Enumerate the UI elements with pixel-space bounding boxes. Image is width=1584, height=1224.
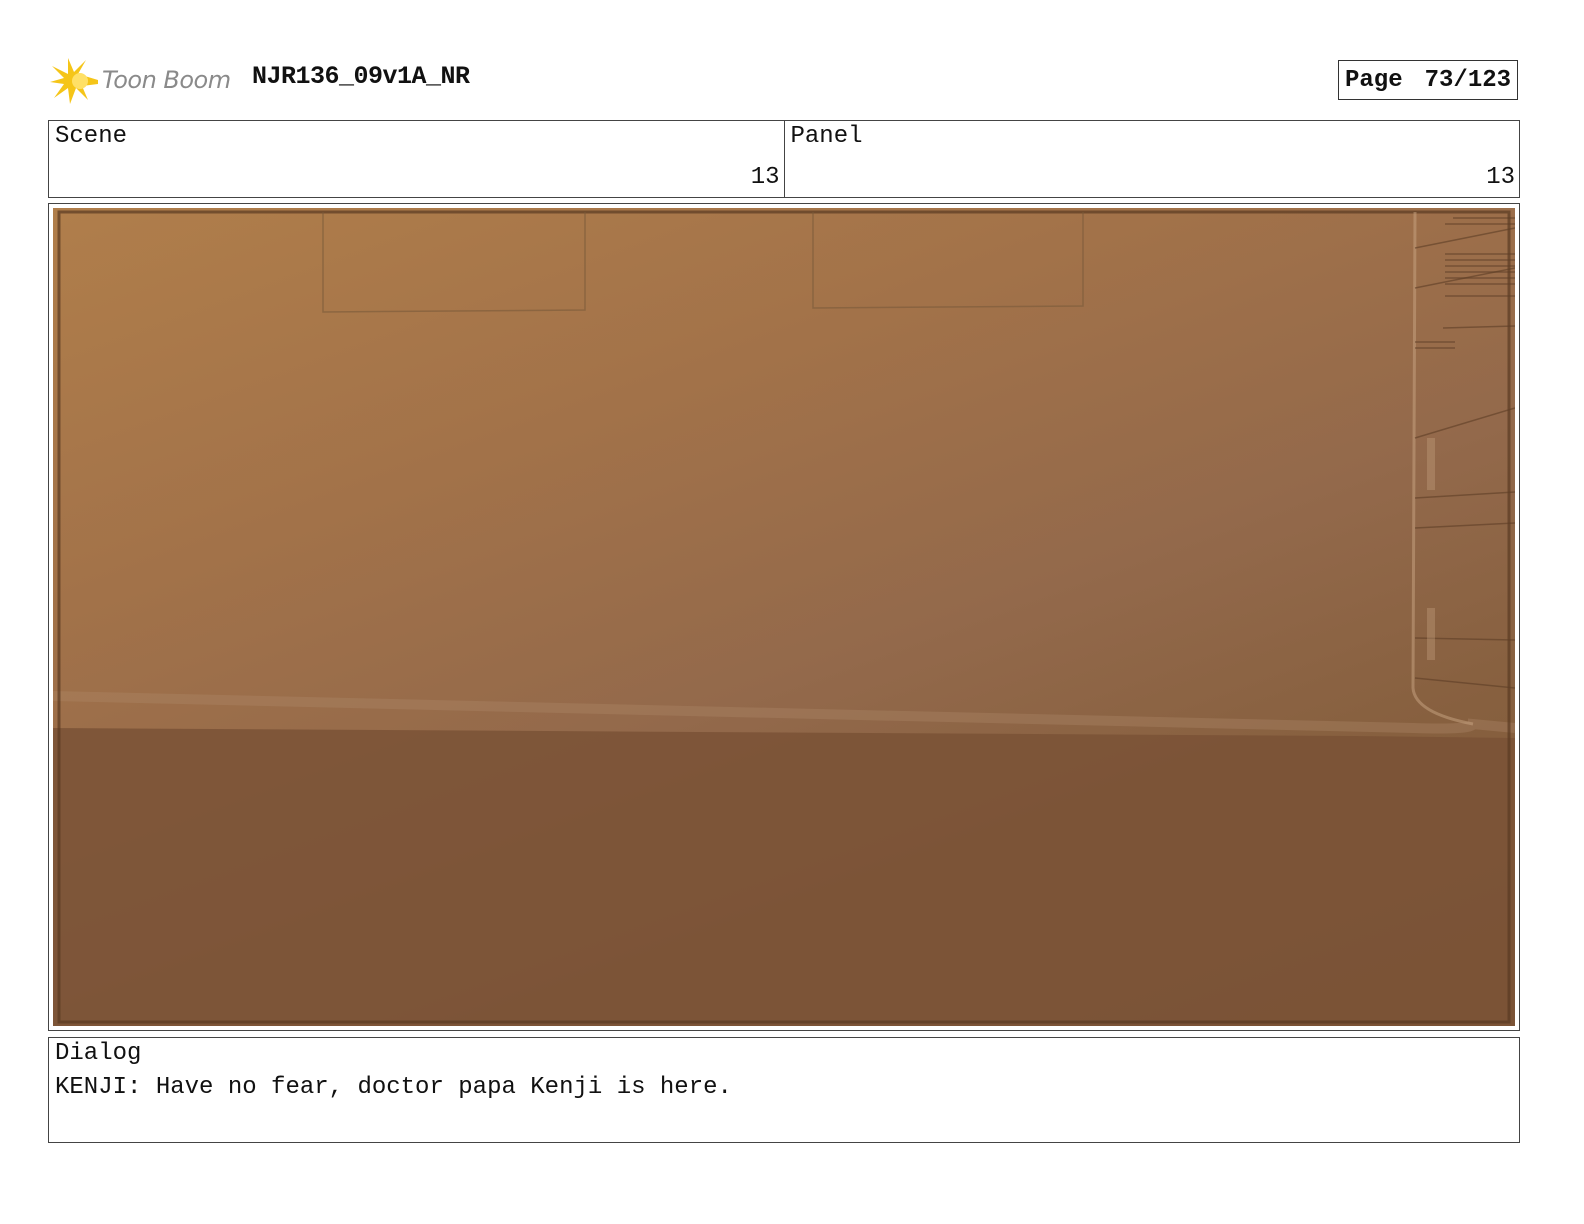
page-value: 73/123 (1424, 66, 1512, 94)
dialog-text: KENJI: Have no fear, doctor papa Kenji i… (55, 1074, 732, 1101)
info-row: Scene 13 Panel 13 (48, 120, 1520, 198)
page-label: Page (1345, 66, 1403, 94)
header: Toon Boom NJR136_09v1A_NR Page 73/123 (48, 52, 1520, 108)
dialog-box: Dialog KENJI: Have no fear, doctor papa … (48, 1037, 1520, 1143)
toon-boom-logo: Toon Boom (48, 56, 238, 106)
panel-value: 13 (1486, 164, 1515, 191)
dialog-label: Dialog (55, 1040, 142, 1067)
panel-cell: Panel 13 (783, 121, 1520, 197)
scene-cell: Scene 13 (49, 121, 784, 197)
project-title: NJR136_09v1A_NR (252, 62, 470, 91)
starburst-icon (50, 58, 98, 104)
panel-artwork (53, 208, 1515, 1026)
panel-label: Panel (790, 123, 863, 150)
page-indicator: Page 73/123 (1338, 60, 1518, 100)
scene-value: 13 (750, 164, 780, 191)
scene-label: Scene (55, 123, 128, 150)
room-sketch (53, 210, 1515, 1026)
storyboard-frame (48, 203, 1520, 1031)
logo-text: Toon Boom (102, 66, 231, 94)
